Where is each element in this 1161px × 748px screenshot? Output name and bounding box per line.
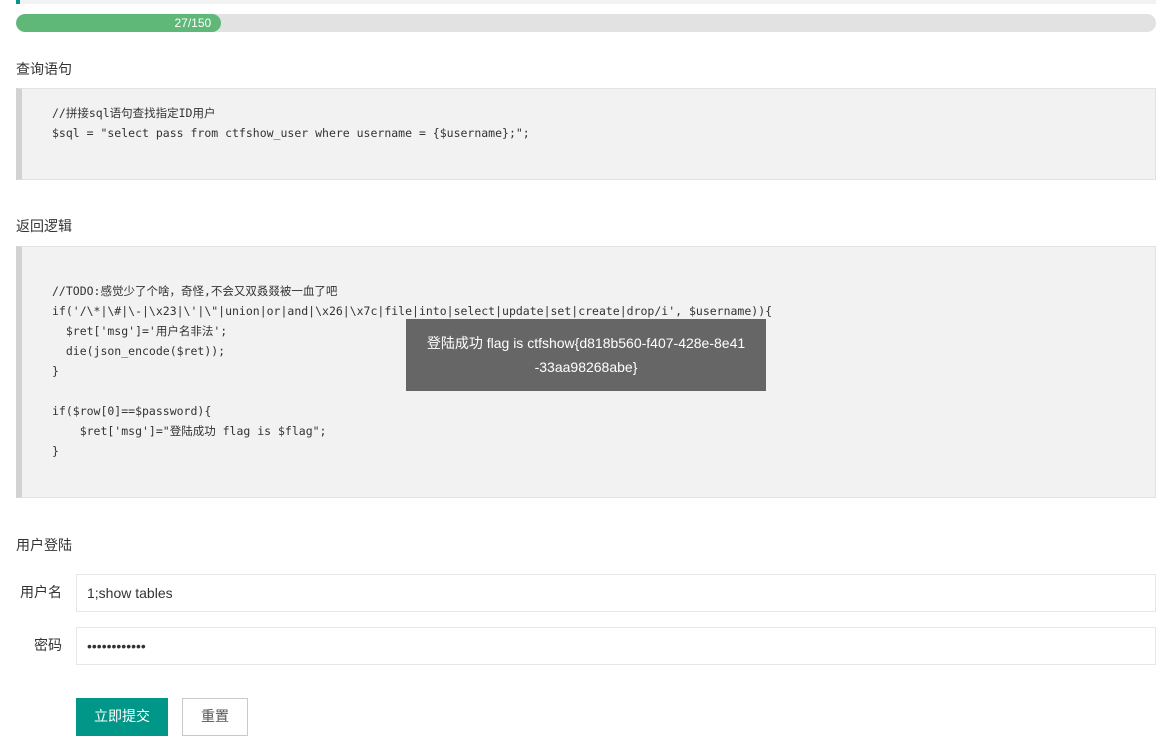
progress-track: 27/150 (16, 14, 1156, 32)
query-section-title: 查询语句 (16, 62, 72, 78)
toast-message: 登陆成功 flag is ctfshow{d818b560-f407-428e-… (406, 319, 766, 391)
login-section-title: 用户登陆 (16, 538, 72, 554)
code-line: if('/\*|\#|\-|\x23|\'|\"|union|or|and|\x… (52, 304, 773, 318)
code-line: $ret['msg']="登陆成功 flag is $flag"; (52, 424, 327, 438)
username-input[interactable]: 1;show tables (76, 574, 1156, 612)
reset-button[interactable]: 重置 (182, 698, 248, 736)
password-label: 密码 (34, 638, 62, 654)
submit-button[interactable]: 立即提交 (76, 698, 168, 736)
top-strip (16, 0, 1156, 4)
code-line: if($row[0]==$password){ (52, 404, 212, 418)
code-line: } (52, 364, 59, 378)
code-line: $sql = "select pass from ctfshow_user wh… (52, 126, 530, 140)
password-input[interactable]: •••••••••••• (76, 627, 1156, 665)
progress-bar: 27/150 (16, 14, 222, 32)
query-code-block: //拼接sql语句查找指定ID用户 $sql = "select pass fr… (16, 88, 1156, 180)
code-line: die(json_encode($ret)); (52, 344, 226, 358)
progress-text: 27/150 (174, 16, 212, 30)
username-label: 用户名 (20, 585, 62, 601)
logic-section-title: 返回逻辑 (16, 219, 72, 235)
code-line: } (52, 444, 59, 458)
code-line: //TODO:感觉少了个啥，奇怪,不会又双叒叕被一血了吧 (52, 284, 338, 298)
code-line: //拼接sql语句查找指定ID用户 (52, 106, 216, 120)
code-line: $ret['msg']='用户名非法'; (52, 324, 228, 338)
